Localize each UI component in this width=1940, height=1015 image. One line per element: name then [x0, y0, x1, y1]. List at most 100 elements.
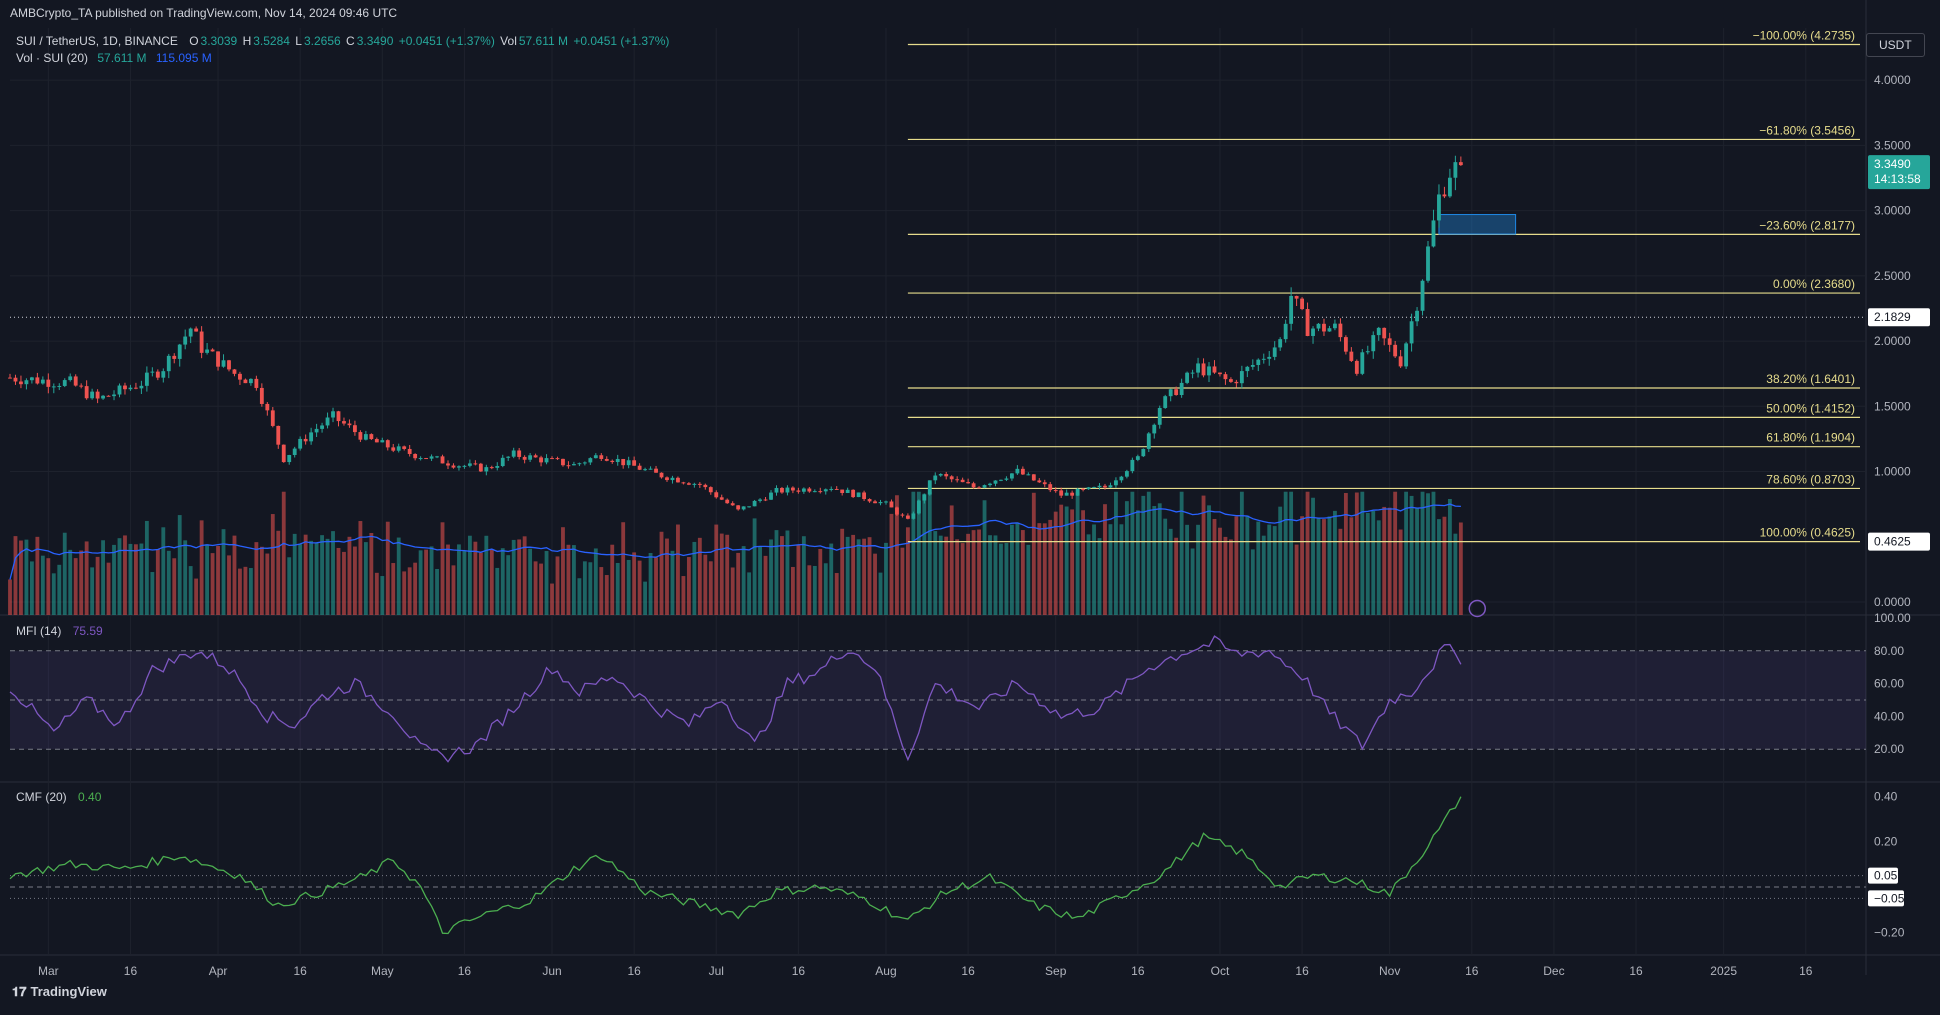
volume-bar [719, 533, 724, 615]
volume-bar [358, 521, 363, 615]
symbol-name[interactable]: SUI / TetherUS, 1D, BINANCE [16, 34, 178, 48]
ohlc-open: 3.3039 [200, 34, 238, 48]
volume-bar [194, 578, 199, 615]
candle-body [561, 458, 565, 466]
candle-body [1086, 487, 1091, 490]
x-tick-label: 16 [124, 964, 138, 978]
volume-bar [1070, 509, 1075, 615]
volume-bar [506, 555, 511, 615]
tradingview-logo-text: TradingView [30, 984, 107, 999]
volume-bar [927, 491, 932, 615]
volume-bar [1294, 544, 1299, 615]
candle-body [500, 457, 505, 466]
candle-body [1343, 337, 1348, 352]
candle-body [29, 377, 34, 381]
cmf-y-tick-label: 0.40 [1874, 789, 1898, 803]
cmf-label[interactable]: CMF (20) [16, 790, 67, 804]
candle-body [676, 477, 680, 483]
x-tick-label: 16 [1465, 964, 1479, 978]
volume-bar [1305, 491, 1310, 615]
volume-bar [457, 544, 461, 615]
fib-base-pill: 0.4625 [1874, 535, 1911, 549]
candle-body [1042, 482, 1047, 485]
candle-body [966, 482, 971, 484]
volume-bar [550, 583, 554, 615]
mfi-y-tick-label: 100.00 [1874, 611, 1911, 625]
volume-bar [681, 576, 686, 615]
volume-bar [1398, 529, 1403, 615]
candle-body [1020, 468, 1025, 475]
volume-bar [150, 572, 155, 615]
candle-body [183, 336, 188, 345]
volume-bar [123, 535, 127, 615]
volume-bar [112, 544, 116, 615]
candle-body [440, 456, 445, 464]
volume-indicator-value: 57.611 M [97, 51, 147, 65]
cmf-y-tick-label: −0.20 [1874, 925, 1905, 939]
volume-bar [665, 538, 669, 615]
volume-bar [703, 554, 708, 615]
candle-body [1114, 480, 1118, 486]
currency-button[interactable]: USDT [1866, 33, 1925, 57]
chart-svg[interactable]: Mar 16 Apr 16 May 16 Jun 16 Jul 16 Aug 16 Sep 16 Oct 16… [0, 0, 1940, 1010]
candle-body [1409, 321, 1414, 344]
candle-body [1289, 295, 1294, 324]
candle-body [484, 467, 489, 472]
candle-body [73, 376, 78, 386]
volume-bar [484, 535, 489, 615]
volume-bar [725, 534, 730, 615]
volume-bar [862, 538, 867, 615]
fib-level-label: 50.00% (1.4152) [1766, 401, 1855, 415]
volume-bar [643, 581, 648, 615]
volume-bar [440, 522, 445, 615]
volume-bar [1174, 537, 1179, 615]
candle-body [533, 455, 538, 458]
volume-bar [325, 538, 330, 615]
volume-bar [676, 524, 680, 615]
candle-body [232, 369, 237, 374]
candle-body [1415, 310, 1419, 322]
mfi-value: 75.59 [72, 624, 103, 638]
volume-bar [654, 557, 658, 615]
volume-bar [1415, 507, 1419, 615]
candle-body [227, 360, 231, 370]
candle-body [243, 379, 248, 384]
candle-body [1404, 343, 1409, 367]
candle-body [1207, 366, 1211, 376]
candle-body [1245, 366, 1250, 372]
volume-bar [960, 543, 965, 615]
volume-bar [1376, 520, 1381, 615]
candle-body [1048, 484, 1053, 491]
candle-body [1322, 323, 1326, 332]
candle-body [1360, 352, 1365, 374]
volume-bar [900, 547, 905, 615]
volume-indicator-label[interactable]: Vol · SUI (20) [16, 51, 88, 65]
candle-body [265, 403, 270, 411]
volume-bar [977, 529, 981, 615]
tradingview-logo[interactable]: 𝟏𝟕 TradingView [12, 984, 107, 1000]
x-tick-label: 16 [1295, 964, 1309, 978]
mfi-label[interactable]: MFI (14) [16, 624, 61, 638]
candle-body [780, 487, 784, 493]
volume-bar [106, 562, 111, 615]
volume-bar [62, 532, 67, 615]
y-tick-label: 2.0000 [1874, 334, 1911, 348]
volume-bar [95, 556, 100, 615]
volume-bar [670, 550, 675, 615]
x-tick-label: Jun [542, 964, 561, 978]
candle-body [922, 494, 927, 501]
volume-bar [621, 522, 626, 615]
volume-bar [8, 579, 12, 615]
ohlc-vol-change: +0.0451 (+1.37%) [573, 34, 670, 48]
candle-body [166, 355, 171, 372]
volume-bar [1207, 505, 1211, 615]
candle-body [539, 457, 543, 463]
volume-bar [1343, 493, 1348, 615]
candle-body [95, 391, 100, 399]
candle-body [446, 463, 450, 466]
volume-bar [922, 493, 927, 615]
volume-bar [188, 566, 193, 615]
volume-bar [1037, 523, 1042, 615]
volume-bar [243, 566, 248, 615]
volume-bar [1130, 491, 1135, 615]
